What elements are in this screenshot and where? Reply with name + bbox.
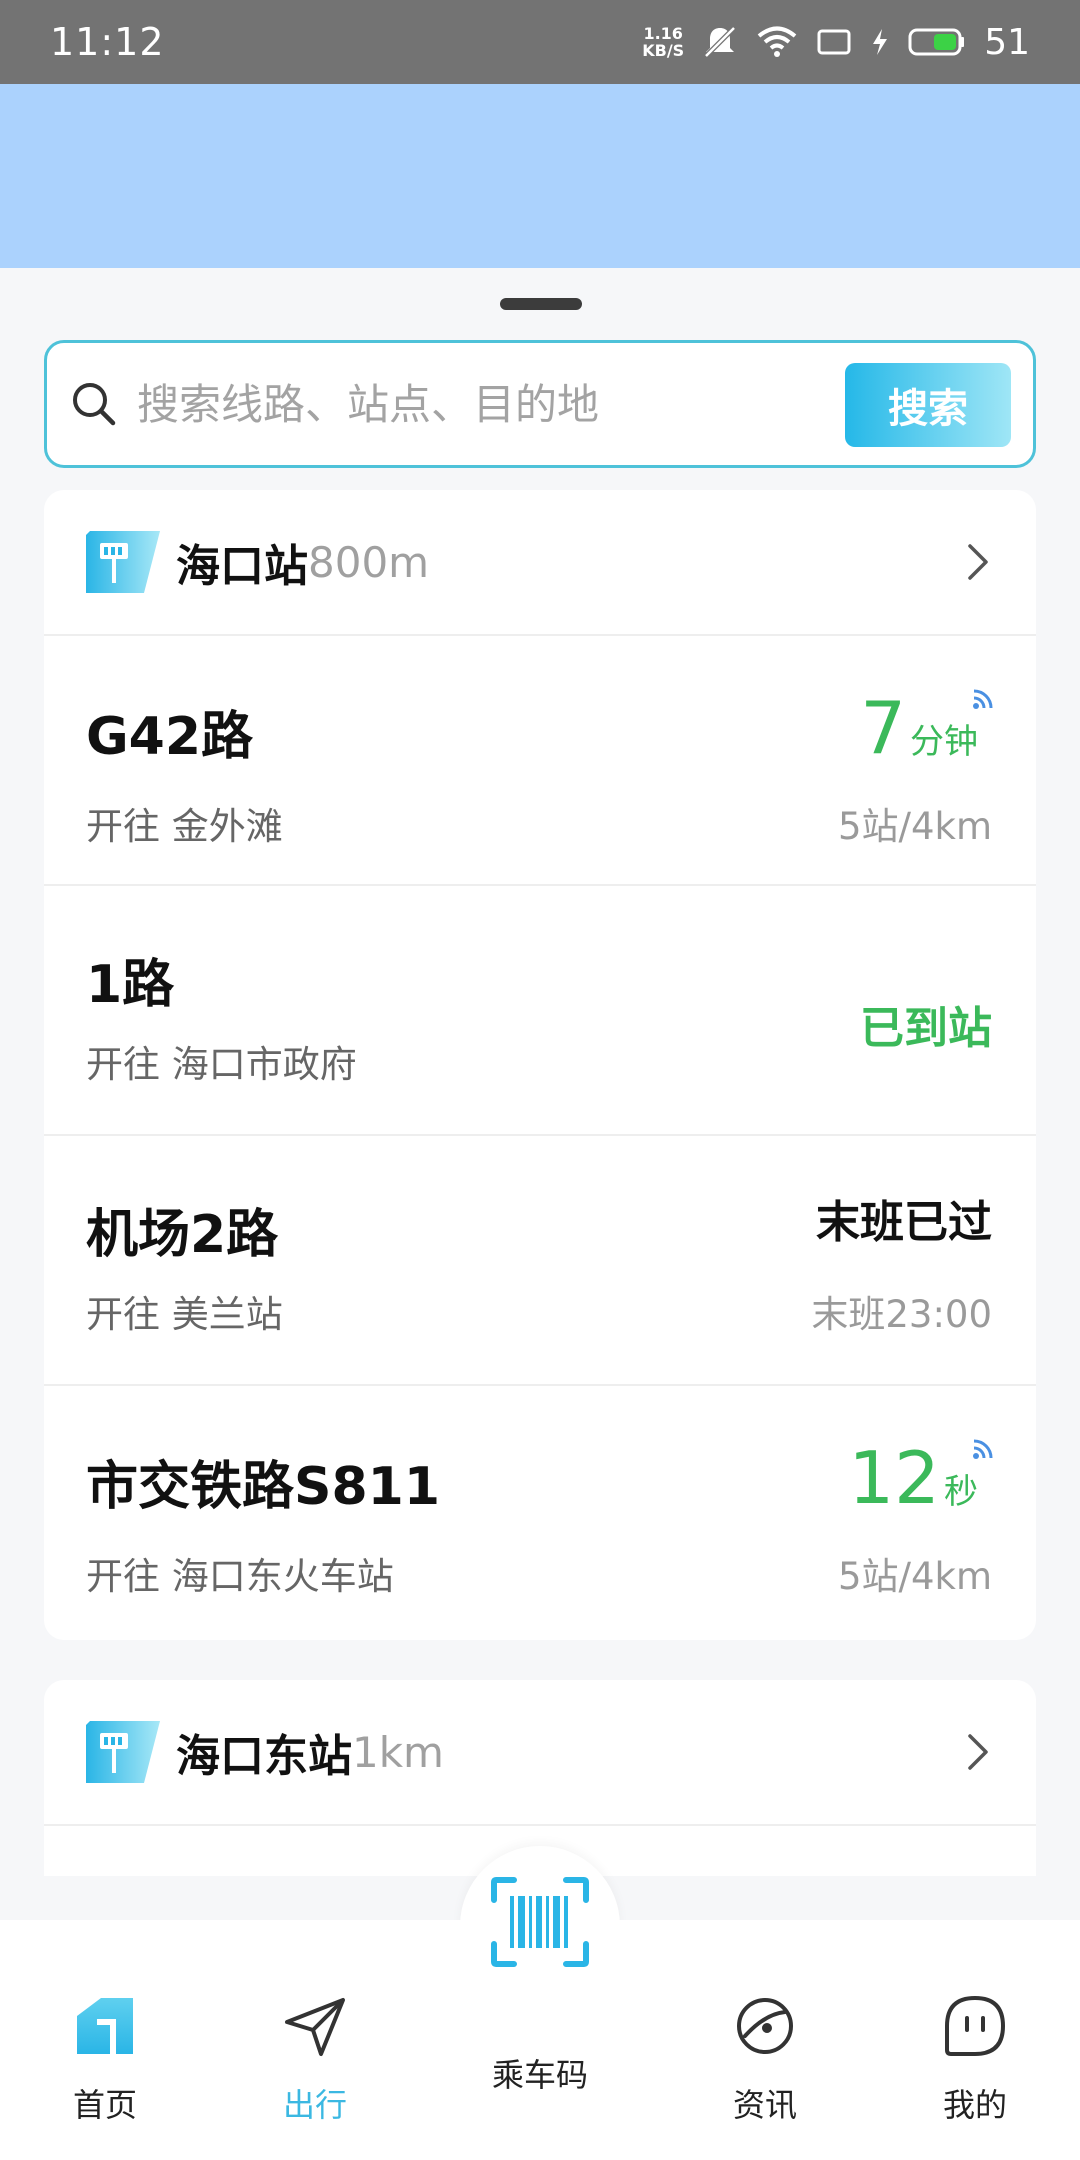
eta-unit: 分钟	[910, 722, 978, 762]
ride-code-label[interactable]: 乘车码	[440, 2050, 640, 2096]
route-destination: 开往 金外滩	[86, 805, 283, 848]
sheet-drag-handle[interactable]	[500, 298, 582, 310]
route-destination: 开往 海口市政府	[86, 1043, 357, 1086]
station-distance: 1km	[352, 1727, 444, 1777]
home-icon	[77, 1998, 133, 2054]
status-icons: 1.16 KB/S 51	[642, 22, 1030, 63]
tab-home-label: 首页	[72, 2086, 137, 2124]
net-speed: 1.16 KB/S	[642, 24, 685, 60]
route-row[interactable]: 1路 开往 海口市政府 已到站	[44, 886, 1036, 1136]
route-destination: 开往 美兰站	[86, 1293, 283, 1336]
search-icon	[73, 383, 116, 426]
route-name: 机场2路	[86, 1205, 279, 1265]
bus-stop-sign-icon	[86, 531, 160, 593]
battery-icon	[908, 28, 965, 56]
charging-icon	[873, 29, 888, 55]
station-distance: 800m	[308, 537, 430, 587]
route-row[interactable]: G42路 开往 金外滩 7 分钟 5站/4km	[44, 636, 1036, 886]
station-name: 海口站	[176, 541, 308, 592]
route-info: 5站/4km	[837, 1555, 992, 1598]
bottom-sheet: 搜索 海口站 800m G42路 开往 金外滩	[0, 268, 1080, 1920]
route-info: 5站/4km	[837, 805, 992, 848]
navigation-arrow-icon	[285, 1998, 345, 2056]
tab-mine[interactable]: 我的	[895, 1920, 1055, 2160]
eta-value: 7	[860, 686, 906, 770]
profile-face-icon	[945, 1995, 1006, 2056]
search-button[interactable]: 搜索	[845, 363, 1011, 447]
tab-home[interactable]: 首页	[25, 1920, 185, 2160]
last-bus-status: 末班已过	[816, 1197, 992, 1248]
bus-stop-sign-icon	[86, 1721, 160, 1783]
eta-unit: 秒	[944, 1472, 978, 1512]
arrived-status: 已到站	[860, 1003, 992, 1054]
route-row[interactable]: 市交铁路S811 开往 海口东火车站 12 秒 5站/4km	[44, 1386, 1036, 1636]
screen-cast-icon	[817, 29, 851, 55]
chevron-right-icon	[968, 1734, 988, 1770]
status-bar: 11:12 1.16 KB/S 51	[0, 0, 1080, 84]
tab-travel-label: 出行	[282, 2086, 347, 2124]
chevron-right-icon	[968, 544, 988, 580]
station-card: 海口站 800m G42路 开往 金外滩 7 分钟 5站/4km 1路 开往 海…	[44, 490, 1036, 1640]
tab-travel[interactable]: 出行	[235, 1920, 395, 2160]
station-header[interactable]: 海口站 800m	[44, 490, 1036, 636]
eta: 7 分钟	[860, 686, 978, 770]
station-header[interactable]: 海口东站 1km	[44, 1680, 1036, 1826]
tab-mine-label: 我的	[942, 2086, 1007, 2124]
tab-news-label: 资讯	[732, 2086, 797, 2124]
route-row[interactable]: 机场2路 开往 美兰站 末班已过 末班23:00	[44, 1136, 1036, 1386]
last-bus-time: 末班23:00	[811, 1293, 992, 1336]
route-name: 市交铁路S811	[86, 1457, 440, 1517]
map-area[interactable]	[0, 84, 1080, 268]
wifi-icon	[757, 26, 797, 57]
eta-value: 12	[848, 1436, 940, 1520]
battery-percent: 51	[984, 21, 1030, 63]
status-time: 11:12	[50, 20, 165, 64]
eta: 12 秒	[848, 1436, 978, 1520]
barcode-scan-icon[interactable]	[490, 1876, 590, 1968]
planet-icon	[737, 1998, 793, 2054]
route-name: G42路	[86, 707, 254, 767]
search-bar: 搜索	[44, 340, 1036, 468]
tab-news[interactable]: 资讯	[685, 1920, 845, 2160]
route-destination: 开往 海口东火车站	[86, 1555, 394, 1598]
search-input[interactable]	[137, 379, 797, 429]
station-name: 海口东站	[176, 1731, 352, 1782]
mute-bell-icon	[704, 26, 736, 58]
route-name: 1路	[86, 955, 175, 1015]
